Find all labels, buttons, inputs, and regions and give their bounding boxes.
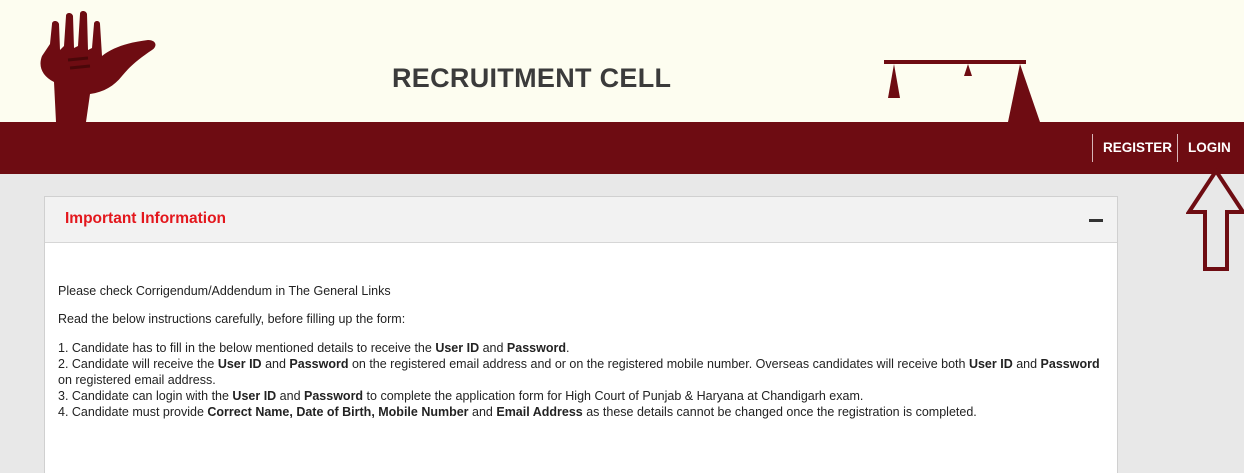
list-item: 2. Candidate will receive the User ID an… <box>58 357 1100 387</box>
login-link[interactable]: LOGIN <box>1177 134 1239 162</box>
top-navbar: REGISTER LOGIN <box>0 122 1244 174</box>
list-item: 1. Candidate has to fill in the below me… <box>58 341 570 355</box>
panel-title: Important Information <box>65 210 227 227</box>
instructions-list: 1. Candidate has to fill in the below me… <box>58 340 1108 420</box>
open-hand-emblem-icon <box>40 11 156 122</box>
collapse-button[interactable] <box>1081 207 1111 233</box>
list-item: 4. Candidate must provide Correct Name, … <box>58 405 977 419</box>
register-link[interactable]: REGISTER <box>1092 134 1174 162</box>
scales-emblem-icon <box>884 60 1040 122</box>
corrigendum-notice: Please check Corrigendum/Addendum in The… <box>58 284 391 298</box>
panel-header[interactable]: Important Information <box>45 197 1117 243</box>
site-header: RECRUITMENT CELL <box>0 0 1244 122</box>
instructions-heading: Read the below instructions carefully, b… <box>58 312 406 326</box>
minus-icon <box>1089 219 1103 222</box>
up-arrow-outline-icon <box>1186 168 1244 271</box>
list-item: 3. Candidate can login with the User ID … <box>58 389 864 403</box>
page-title: RECRUITMENT CELL <box>392 63 672 93</box>
panel-body: Please check Corrigendum/Addendum in The… <box>58 284 1108 420</box>
